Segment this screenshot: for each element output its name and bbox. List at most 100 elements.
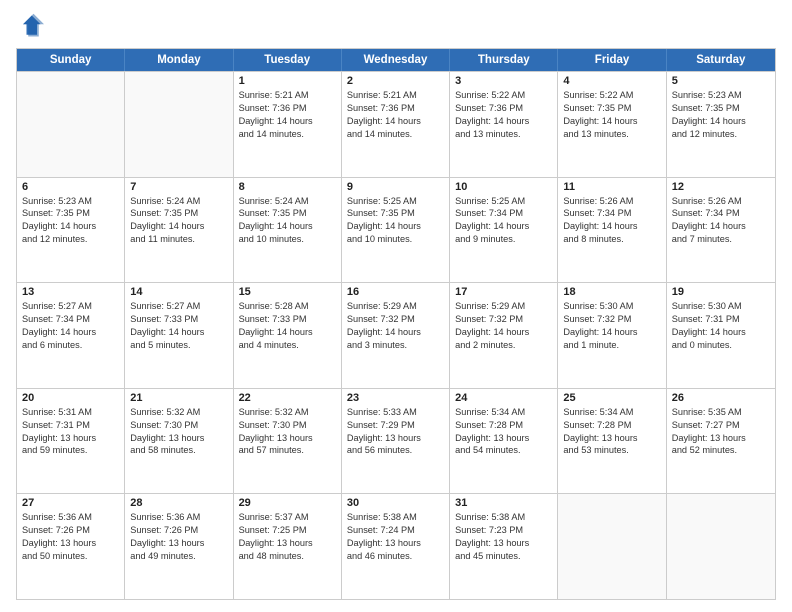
cal-cell: 18Sunrise: 5:30 AMSunset: 7:32 PMDayligh…: [558, 283, 666, 388]
cell-line: Daylight: 13 hours: [563, 432, 660, 445]
cal-row-4: 27Sunrise: 5:36 AMSunset: 7:26 PMDayligh…: [17, 493, 775, 599]
day-number: 22: [239, 392, 336, 404]
cell-line: and 12 minutes.: [22, 233, 119, 246]
day-number: 26: [672, 392, 770, 404]
cell-line: and 14 minutes.: [347, 128, 444, 141]
cal-header-monday: Monday: [125, 49, 233, 71]
cell-line: and 6 minutes.: [22, 339, 119, 352]
cell-line: Daylight: 14 hours: [22, 220, 119, 233]
day-number: 11: [563, 181, 660, 193]
cell-line: Sunrise: 5:23 AM: [672, 89, 770, 102]
day-number: 25: [563, 392, 660, 404]
cell-line: Daylight: 14 hours: [347, 220, 444, 233]
cell-line: Sunrise: 5:36 AM: [130, 511, 227, 524]
cell-line: Sunrise: 5:22 AM: [455, 89, 552, 102]
cell-line: and 45 minutes.: [455, 550, 552, 563]
cell-line: and 59 minutes.: [22, 444, 119, 457]
cal-cell: 4Sunrise: 5:22 AMSunset: 7:35 PMDaylight…: [558, 72, 666, 177]
day-number: 29: [239, 497, 336, 509]
logo-icon: [16, 12, 44, 40]
cell-line: Daylight: 14 hours: [455, 326, 552, 339]
cell-line: Sunrise: 5:37 AM: [239, 511, 336, 524]
day-number: 10: [455, 181, 552, 193]
cal-cell: 19Sunrise: 5:30 AMSunset: 7:31 PMDayligh…: [667, 283, 775, 388]
cell-line: and 46 minutes.: [347, 550, 444, 563]
cell-line: Sunset: 7:25 PM: [239, 524, 336, 537]
cal-cell: [558, 494, 666, 599]
cell-line: and 2 minutes.: [455, 339, 552, 352]
cal-cell: 2Sunrise: 5:21 AMSunset: 7:36 PMDaylight…: [342, 72, 450, 177]
cell-line: Sunset: 7:33 PM: [239, 313, 336, 326]
cal-header-tuesday: Tuesday: [234, 49, 342, 71]
day-number: 15: [239, 286, 336, 298]
cell-line: Sunset: 7:28 PM: [563, 419, 660, 432]
cell-line: Sunset: 7:32 PM: [563, 313, 660, 326]
cell-line: Sunrise: 5:32 AM: [130, 406, 227, 419]
day-number: 23: [347, 392, 444, 404]
cell-line: Sunset: 7:33 PM: [130, 313, 227, 326]
day-number: 18: [563, 286, 660, 298]
cell-line: Daylight: 14 hours: [130, 220, 227, 233]
cell-line: Daylight: 13 hours: [347, 432, 444, 445]
cell-line: and 12 minutes.: [672, 128, 770, 141]
cell-line: and 7 minutes.: [672, 233, 770, 246]
cal-cell: 8Sunrise: 5:24 AMSunset: 7:35 PMDaylight…: [234, 178, 342, 283]
cell-line: Sunrise: 5:21 AM: [347, 89, 444, 102]
cell-line: and 0 minutes.: [672, 339, 770, 352]
cell-line: Sunset: 7:26 PM: [130, 524, 227, 537]
cell-line: Sunset: 7:32 PM: [455, 313, 552, 326]
day-number: 9: [347, 181, 444, 193]
cal-header-saturday: Saturday: [667, 49, 775, 71]
calendar: SundayMondayTuesdayWednesdayThursdayFrid…: [16, 48, 776, 600]
day-number: 19: [672, 286, 770, 298]
cell-line: Sunset: 7:30 PM: [239, 419, 336, 432]
cell-line: and 57 minutes.: [239, 444, 336, 457]
cal-cell: 22Sunrise: 5:32 AMSunset: 7:30 PMDayligh…: [234, 389, 342, 494]
cal-cell: 31Sunrise: 5:38 AMSunset: 7:23 PMDayligh…: [450, 494, 558, 599]
cell-line: Sunrise: 5:34 AM: [563, 406, 660, 419]
cell-line: Sunrise: 5:28 AM: [239, 300, 336, 313]
cell-line: Daylight: 14 hours: [672, 115, 770, 128]
cal-cell: 15Sunrise: 5:28 AMSunset: 7:33 PMDayligh…: [234, 283, 342, 388]
cell-line: Sunrise: 5:27 AM: [130, 300, 227, 313]
cal-cell: 27Sunrise: 5:36 AMSunset: 7:26 PMDayligh…: [17, 494, 125, 599]
cell-line: and 9 minutes.: [455, 233, 552, 246]
day-number: 1: [239, 75, 336, 87]
cell-line: Daylight: 14 hours: [563, 115, 660, 128]
cell-line: Sunset: 7:24 PM: [347, 524, 444, 537]
cell-line: and 14 minutes.: [239, 128, 336, 141]
cell-line: and 49 minutes.: [130, 550, 227, 563]
cal-cell: 30Sunrise: 5:38 AMSunset: 7:24 PMDayligh…: [342, 494, 450, 599]
cal-cell: [667, 494, 775, 599]
cell-line: Daylight: 13 hours: [22, 432, 119, 445]
day-number: 5: [672, 75, 770, 87]
cell-line: Daylight: 13 hours: [239, 432, 336, 445]
cell-line: and 10 minutes.: [239, 233, 336, 246]
cell-line: Sunrise: 5:22 AM: [563, 89, 660, 102]
cell-line: and 52 minutes.: [672, 444, 770, 457]
cell-line: Sunrise: 5:36 AM: [22, 511, 119, 524]
cal-row-3: 20Sunrise: 5:31 AMSunset: 7:31 PMDayligh…: [17, 388, 775, 494]
cal-cell: 17Sunrise: 5:29 AMSunset: 7:32 PMDayligh…: [450, 283, 558, 388]
cell-line: and 58 minutes.: [130, 444, 227, 457]
day-number: 6: [22, 181, 119, 193]
cal-cell: 23Sunrise: 5:33 AMSunset: 7:29 PMDayligh…: [342, 389, 450, 494]
cell-line: Daylight: 14 hours: [563, 326, 660, 339]
cell-line: Daylight: 13 hours: [347, 537, 444, 550]
cal-cell: 12Sunrise: 5:26 AMSunset: 7:34 PMDayligh…: [667, 178, 775, 283]
cal-row-2: 13Sunrise: 5:27 AMSunset: 7:34 PMDayligh…: [17, 282, 775, 388]
cell-line: and 11 minutes.: [130, 233, 227, 246]
cal-cell: 7Sunrise: 5:24 AMSunset: 7:35 PMDaylight…: [125, 178, 233, 283]
cal-cell: 10Sunrise: 5:25 AMSunset: 7:34 PMDayligh…: [450, 178, 558, 283]
cell-line: and 1 minute.: [563, 339, 660, 352]
cell-line: Daylight: 13 hours: [455, 537, 552, 550]
cell-line: Sunset: 7:29 PM: [347, 419, 444, 432]
cell-line: Sunrise: 5:24 AM: [239, 195, 336, 208]
day-number: 31: [455, 497, 552, 509]
cell-line: and 8 minutes.: [563, 233, 660, 246]
cal-cell: [125, 72, 233, 177]
cell-line: Sunrise: 5:21 AM: [239, 89, 336, 102]
cell-line: Daylight: 13 hours: [239, 537, 336, 550]
day-number: 21: [130, 392, 227, 404]
cell-line: Sunset: 7:27 PM: [672, 419, 770, 432]
